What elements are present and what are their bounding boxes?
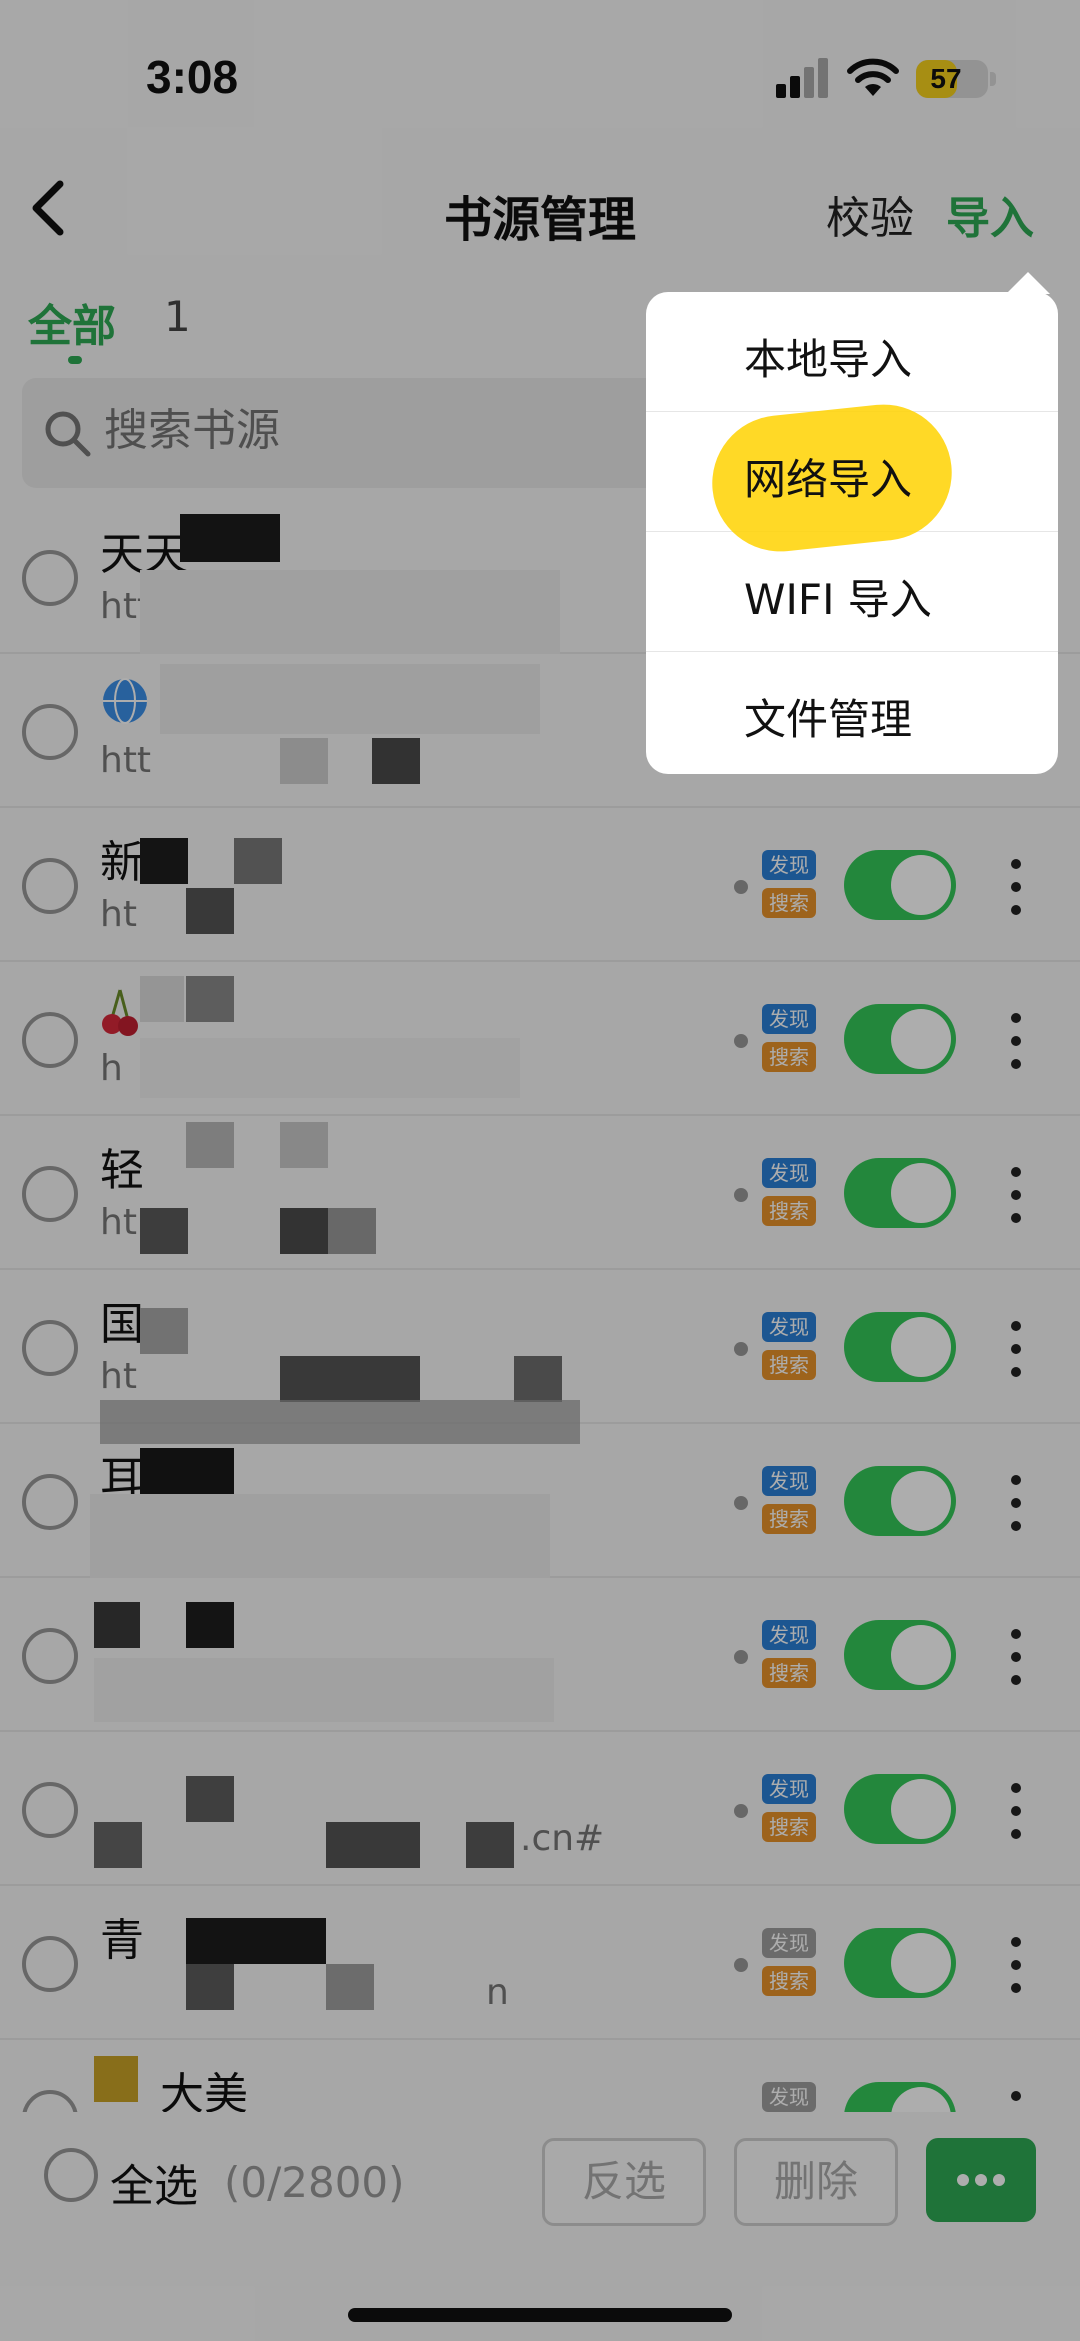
popup-arrow xyxy=(1006,272,1050,294)
menu-item-file-manager[interactable]: 文件管理 xyxy=(646,652,1058,772)
import-menu: 本地导入 网络导入 WIFI 导入 文件管理 xyxy=(646,292,1058,774)
menu-item-label: 本地导入 xyxy=(744,335,913,384)
menu-item-label: WIFI 导入 xyxy=(744,575,932,624)
menu-item-wifi-import[interactable]: WIFI 导入 xyxy=(646,532,1058,652)
menu-item-label: 文件管理 xyxy=(744,695,913,744)
menu-item-local-import[interactable]: 本地导入 xyxy=(646,292,1058,412)
menu-item-network-import[interactable]: 网络导入 xyxy=(646,397,1058,559)
menu-item-label: 网络导入 xyxy=(744,455,913,504)
